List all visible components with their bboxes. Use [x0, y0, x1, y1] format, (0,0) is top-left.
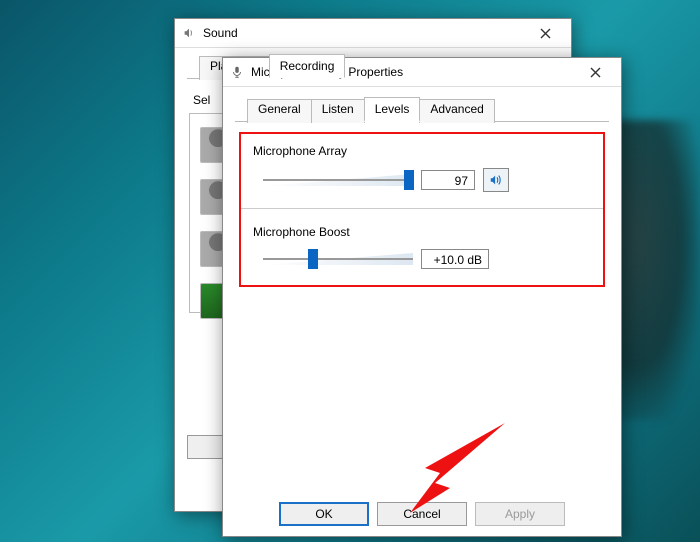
- mic-boost-value[interactable]: +10.0 dB: [421, 249, 489, 269]
- ok-button[interactable]: OK: [279, 502, 369, 526]
- sound-title: Sound: [203, 26, 525, 40]
- tab-levels[interactable]: Levels: [364, 97, 421, 122]
- close-icon[interactable]: [575, 61, 615, 83]
- slider-thumb[interactable]: [308, 249, 318, 269]
- highlighted-region: Microphone Array 97 Microphone Boost +1: [239, 132, 605, 287]
- mic-array-slider[interactable]: [263, 170, 413, 190]
- dialog-buttons: OK Cancel Apply: [223, 502, 621, 526]
- apply-button: Apply: [475, 502, 565, 526]
- tab-recording[interactable]: Recording: [269, 54, 346, 78]
- sound-icon: [181, 25, 197, 41]
- microphone-icon: [229, 64, 245, 80]
- prop-tabs: General Listen Levels Advanced: [235, 91, 609, 122]
- sound-titlebar: Sound: [175, 19, 571, 48]
- divider: [241, 208, 603, 209]
- cancel-button[interactable]: Cancel: [377, 502, 467, 526]
- mic-array-value[interactable]: 97: [421, 170, 475, 190]
- close-icon[interactable]: [525, 22, 565, 44]
- tab-general[interactable]: General: [247, 99, 312, 123]
- tab-advanced[interactable]: Advanced: [419, 99, 494, 123]
- mute-button[interactable]: [483, 168, 509, 192]
- microphone-properties-window: Microphone Array Properties General List…: [222, 57, 622, 537]
- tab-listen[interactable]: Listen: [311, 99, 365, 123]
- slider-thumb[interactable]: [404, 170, 414, 190]
- mic-boost-label: Microphone Boost: [253, 225, 591, 239]
- mic-array-label: Microphone Array: [253, 144, 591, 158]
- mic-boost-slider[interactable]: [263, 249, 413, 269]
